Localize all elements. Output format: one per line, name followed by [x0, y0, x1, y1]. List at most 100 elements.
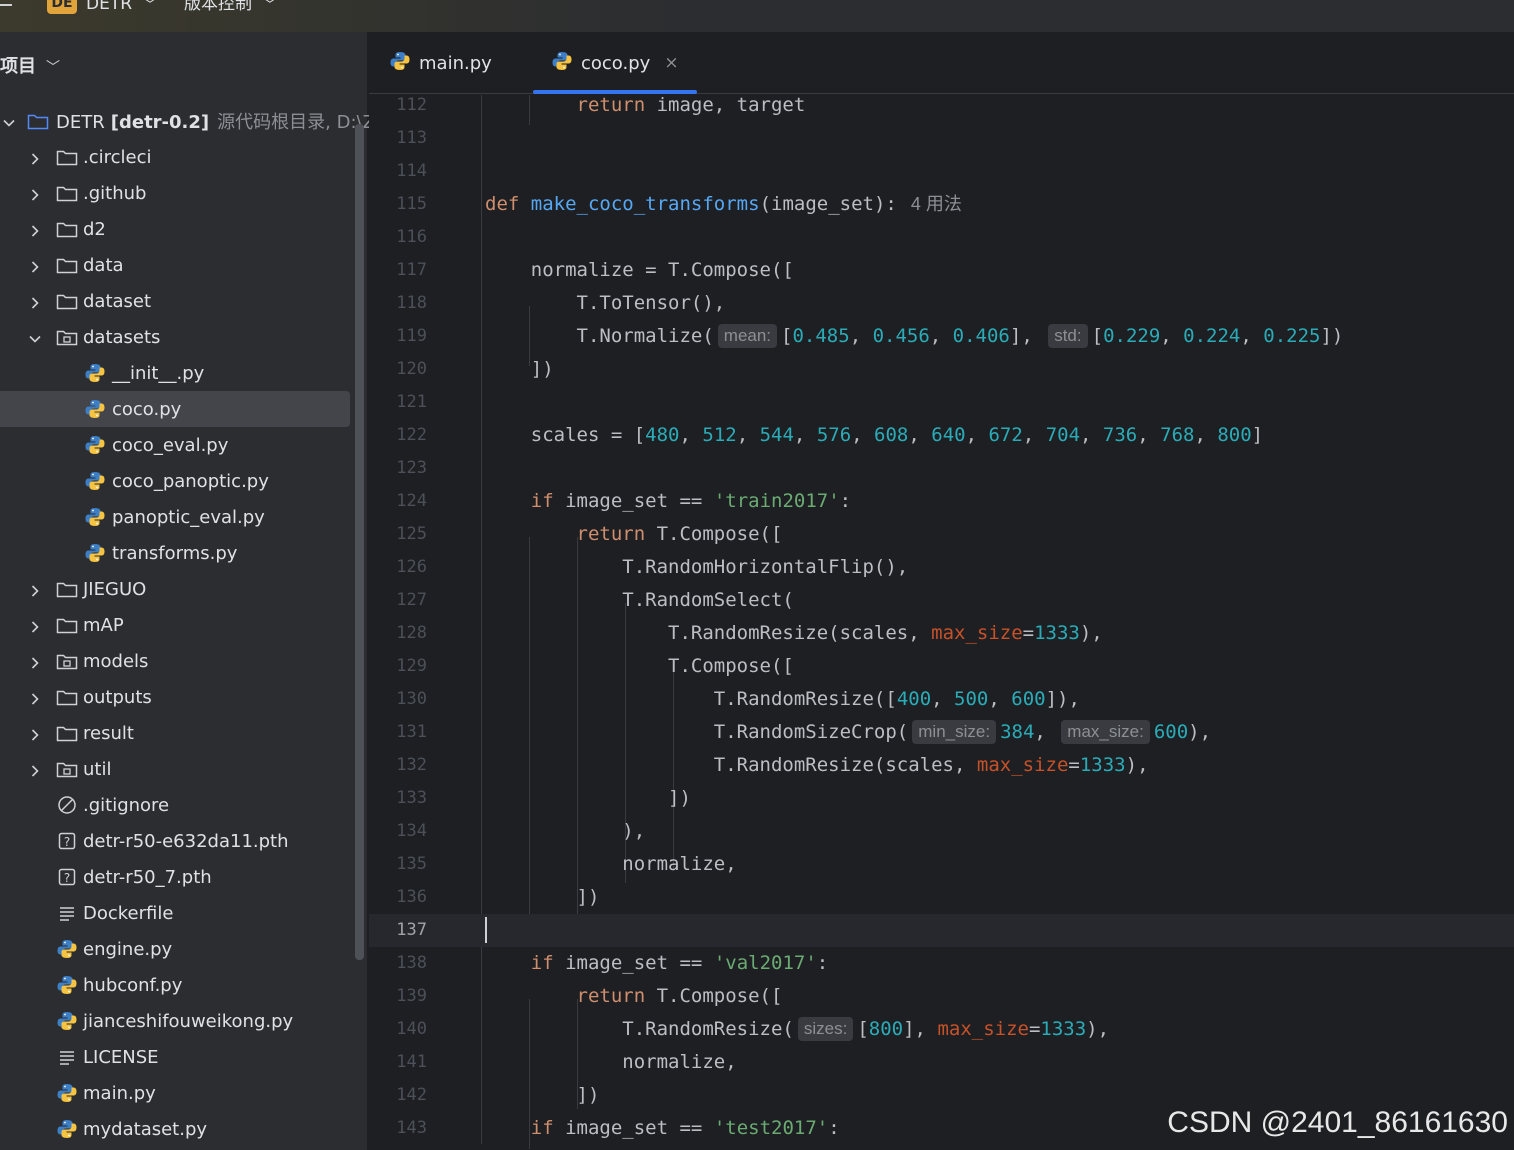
- code-text[interactable]: T.RandomResize(sizes: [800], max_size=133…: [485, 1013, 1109, 1046]
- tree-item-license[interactable]: LICENSE: [0, 1039, 350, 1075]
- code-text[interactable]: ),: [485, 815, 645, 848]
- line-number[interactable]: 131: [369, 716, 427, 749]
- sidebar-scrollbar[interactable]: [355, 124, 364, 960]
- code-text[interactable]: return T.Compose([: [485, 518, 783, 551]
- tree-item-dataset[interactable]: dataset: [0, 283, 350, 319]
- code-editor[interactable]: 112 return image, target 113 114 115 def mak…: [369, 95, 1514, 1150]
- tree-item-detr-r50-7-pth[interactable]: ? detr-r50_7.pth: [0, 859, 350, 895]
- code-text[interactable]: if image_set == 'val2017':: [485, 947, 828, 980]
- code-text[interactable]: scales = [480, 512, 544, 576, 608, 640, …: [485, 419, 1263, 452]
- line-number[interactable]: 139: [369, 980, 427, 1013]
- tree-item-d2[interactable]: d2: [0, 211, 350, 247]
- line-number[interactable]: 122: [369, 419, 427, 452]
- chevron-right-icon[interactable]: [28, 654, 42, 669]
- line-number[interactable]: 113: [369, 122, 427, 155]
- chevron-right-icon[interactable]: [28, 294, 42, 309]
- code-text[interactable]: T.RandomResize(scales, max_size=1333),: [485, 617, 1103, 650]
- code-text[interactable]: ]): [485, 881, 600, 914]
- tree-item-gitignore[interactable]: .gitignore: [0, 787, 350, 823]
- project-view-selector[interactable]: 项目 ﹀: [0, 52, 60, 82]
- code-text[interactable]: ]): [485, 1079, 600, 1112]
- tree-item-map[interactable]: mAP: [0, 607, 350, 643]
- code-text[interactable]: T.ToTensor(),: [485, 287, 726, 320]
- tree-item-dockerfile[interactable]: Dockerfile: [0, 895, 350, 931]
- line-number[interactable]: 128: [369, 617, 427, 650]
- chevron-down-icon[interactable]: [28, 330, 42, 344]
- tree-item-result[interactable]: result: [0, 715, 350, 751]
- tree-item-jianceshifouweikong-py[interactable]: jianceshifouweikong.py: [0, 1003, 350, 1039]
- line-number[interactable]: 138: [369, 947, 427, 980]
- line-number[interactable]: 125: [369, 518, 427, 551]
- tree-item-data[interactable]: data: [0, 247, 350, 283]
- code-text[interactable]: return T.Compose([: [485, 980, 783, 1013]
- tree-item-circleci[interactable]: .circleci: [0, 139, 350, 175]
- tree-item-jieguo[interactable]: JIEGUO: [0, 571, 350, 607]
- tree-item-outputs[interactable]: outputs: [0, 679, 350, 715]
- line-number[interactable]: 143: [369, 1112, 427, 1145]
- line-number[interactable]: 142: [369, 1079, 427, 1112]
- line-number[interactable]: 135: [369, 848, 427, 881]
- code-text[interactable]: T.RandomSelect(: [485, 584, 794, 617]
- chevron-right-icon[interactable]: [28, 762, 42, 777]
- tree-root-detr[interactable]: DETR [detr-0.2] 源代码根目录, D:\ZZ: [0, 103, 387, 139]
- line-number[interactable]: 136: [369, 881, 427, 914]
- line-number[interactable]: 118: [369, 287, 427, 320]
- tree-item-mydataset-py[interactable]: mydataset.py: [0, 1111, 350, 1147]
- code-text[interactable]: normalize = T.Compose([: [485, 254, 794, 287]
- line-number[interactable]: 121: [369, 386, 427, 419]
- code-text[interactable]: T.Normalize(mean: [0.485, 0.456, 0.406], …: [485, 320, 1343, 353]
- line-number[interactable]: 134: [369, 815, 427, 848]
- tree-item-engine-py[interactable]: engine.py: [0, 931, 350, 967]
- line-number[interactable]: 123: [369, 452, 427, 485]
- vcs-menu[interactable]: 版本控制 ﹀: [184, 0, 276, 18]
- line-number[interactable]: 132: [369, 749, 427, 782]
- tree-item-main-py[interactable]: main.py: [0, 1075, 350, 1111]
- code-text[interactable]: if image_set == 'train2017':: [485, 485, 851, 518]
- tree-item-models[interactable]: models: [0, 643, 350, 679]
- code-text[interactable]: normalize,: [485, 848, 736, 881]
- code-text[interactable]: normalize,: [485, 1046, 736, 1079]
- code-text[interactable]: T.RandomResize([400, 500, 600]),: [485, 683, 1080, 716]
- project-switcher[interactable]: DETR ﹀: [86, 0, 156, 18]
- tree-item-coco-eval-py[interactable]: coco_eval.py: [0, 427, 350, 463]
- line-number[interactable]: 119: [369, 320, 427, 353]
- line-number[interactable]: 137: [369, 914, 427, 947]
- line-number[interactable]: 130: [369, 683, 427, 716]
- tree-item-detr-r50-e632da11-pth[interactable]: ? detr-r50-e632da11.pth: [0, 823, 350, 859]
- line-number[interactable]: 112: [369, 95, 427, 122]
- line-number[interactable]: 115: [369, 188, 427, 221]
- line-number[interactable]: 114: [369, 155, 427, 188]
- line-number[interactable]: 126: [369, 551, 427, 584]
- code-text[interactable]: T.Compose([: [485, 650, 794, 683]
- line-number[interactable]: 140: [369, 1013, 427, 1046]
- line-number[interactable]: 129: [369, 650, 427, 683]
- line-number[interactable]: 141: [369, 1046, 427, 1079]
- tree-item-transforms-py[interactable]: transforms.py: [0, 535, 350, 571]
- project-badge[interactable]: DE: [47, 0, 77, 14]
- code-text[interactable]: T.RandomResize(scales, max_size=1333),: [485, 749, 1149, 782]
- tree-item-panoptic-eval-py[interactable]: panoptic_eval.py: [0, 499, 350, 535]
- chevron-right-icon[interactable]: [28, 186, 42, 201]
- line-number[interactable]: 117: [369, 254, 427, 287]
- code-text[interactable]: ]): [485, 782, 691, 815]
- chevron-right-icon[interactable]: [28, 258, 42, 273]
- code-text[interactable]: T.RandomHorizontalFlip(),: [485, 551, 908, 584]
- tree-item-datasets[interactable]: datasets: [0, 319, 350, 355]
- line-number[interactable]: 120: [369, 353, 427, 386]
- code-text[interactable]: def make_coco_transforms(image_set): 4 用法: [485, 188, 962, 221]
- tab-coco-py[interactable]: coco.py ×: [533, 32, 697, 94]
- line-number[interactable]: 127: [369, 584, 427, 617]
- chevron-right-icon[interactable]: [28, 222, 42, 237]
- line-number[interactable]: 124: [369, 485, 427, 518]
- chevron-right-icon[interactable]: [28, 150, 42, 165]
- line-number[interactable]: 116: [369, 221, 427, 254]
- chevron-right-icon[interactable]: [28, 618, 42, 633]
- tree-item-hubconf-py[interactable]: hubconf.py: [0, 967, 350, 1003]
- chevron-right-icon[interactable]: [28, 582, 42, 597]
- code-text[interactable]: T.RandomSizeCrop(min_size: 384, max_size:…: [485, 716, 1211, 749]
- tree-item-init-py[interactable]: __init__.py: [0, 355, 350, 391]
- tree-item-coco-py[interactable]: coco.py: [0, 391, 350, 427]
- chevron-right-icon[interactable]: [28, 726, 42, 741]
- chevron-right-icon[interactable]: [28, 690, 42, 705]
- code-text[interactable]: ]): [485, 353, 554, 386]
